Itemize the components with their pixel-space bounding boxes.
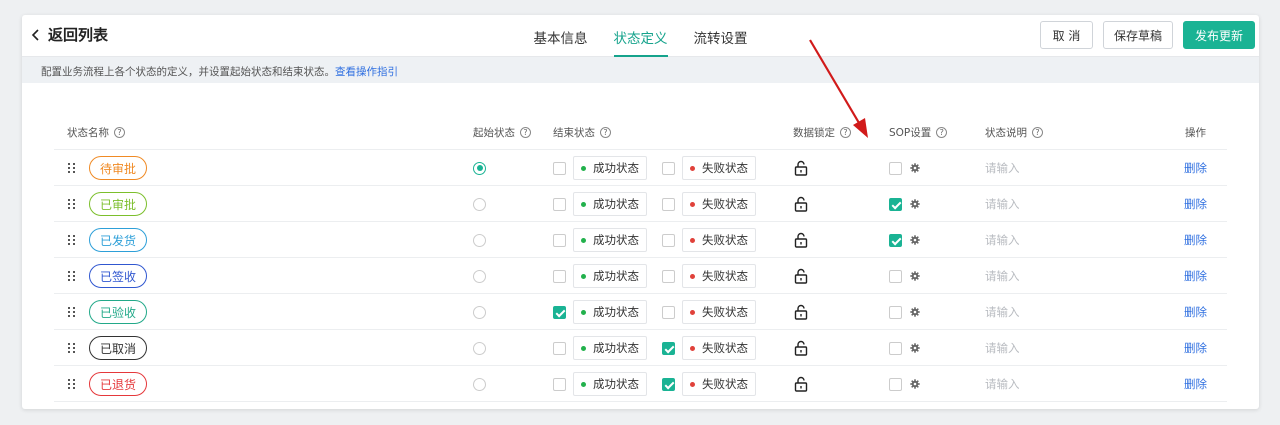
annotation-arrow — [809, 39, 868, 138]
